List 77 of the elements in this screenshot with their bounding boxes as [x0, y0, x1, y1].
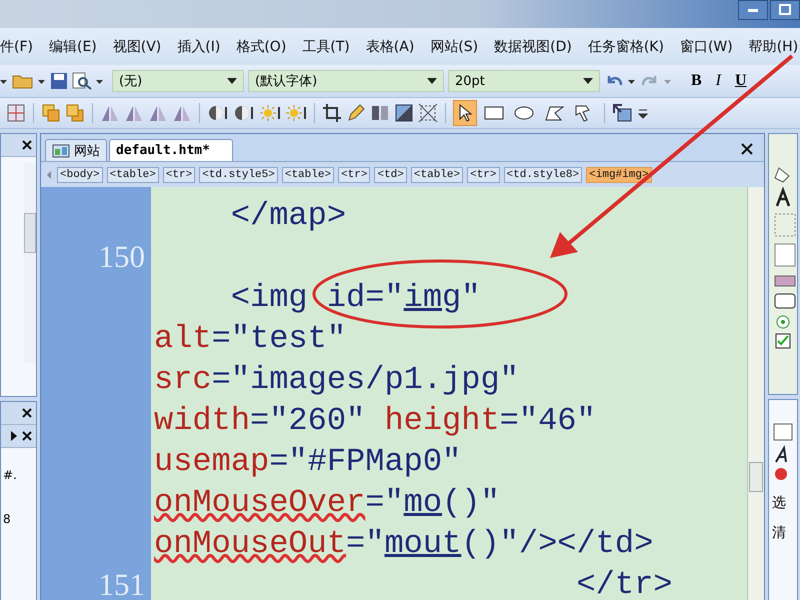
scrollbar[interactable]	[24, 163, 36, 363]
tag-breadcrumb[interactable]: <tr>	[162, 166, 196, 182]
columns-icon[interactable]	[370, 103, 390, 123]
code-line: onMouseOver="mo()"	[153, 484, 500, 521]
pencil-icon[interactable]	[346, 103, 366, 123]
menu-item[interactable]: 件(F)	[0, 38, 33, 56]
menu-item[interactable]: 任务窗格(K)	[588, 38, 664, 56]
tag-breadcrumb[interactable]: <tr>	[467, 166, 500, 182]
menu-item[interactable]: 数据视图(D)	[494, 38, 572, 56]
italic-button[interactable]: I	[710, 72, 726, 90]
tag-breadcrumb[interactable]: <table>	[282, 166, 334, 182]
caret-icon	[583, 77, 593, 85]
resample-icon[interactable]	[418, 103, 438, 123]
font-size-dropdown[interactable]: 20pt	[448, 70, 600, 92]
menu-item[interactable]: 窗口(W)	[680, 38, 733, 56]
magnifier-icon[interactable]	[72, 72, 92, 90]
panel-text: #.	[3, 468, 18, 482]
code-line: width="260" height="46"	[153, 402, 596, 439]
sun-icon[interactable]	[285, 103, 307, 123]
menu-item[interactable]: 插入(I)	[177, 38, 220, 56]
tag-breadcrumb[interactable]: <td.style5>	[199, 166, 278, 182]
close-icon[interactable]	[740, 142, 754, 156]
code-line: usemap="#FPMap0"	[153, 443, 462, 480]
tag-breadcrumb[interactable]: <body>	[57, 166, 103, 182]
play-icon[interactable]	[10, 430, 18, 442]
code-line: onMouseOut="mout()"/></td>	[153, 525, 654, 562]
layers-icon[interactable]	[65, 103, 85, 123]
code-line: </map>	[230, 197, 346, 234]
panel-text: 清	[772, 524, 787, 542]
font-dropdown[interactable]: (默认字体)	[248, 70, 444, 92]
grid-icon[interactable]	[6, 103, 26, 123]
minimize-button[interactable]	[738, 0, 768, 20]
scrollbar[interactable]	[747, 187, 764, 600]
menu-item[interactable]: 帮助(H)	[748, 38, 798, 56]
panel-text: 8	[3, 512, 12, 526]
picture-icon[interactable]	[394, 103, 414, 123]
close-icon[interactable]	[21, 407, 33, 419]
menu-item[interactable]: 编辑(E)	[48, 38, 97, 56]
menu-item[interactable]: 网站(S)	[430, 38, 478, 56]
code-line: <img id="img"	[230, 279, 480, 316]
code-line: src="images/p1.jpg"	[153, 361, 519, 398]
caret-icon	[227, 77, 237, 85]
site-icon	[52, 144, 70, 158]
caret-icon	[427, 77, 437, 85]
crop-icon[interactable]	[322, 103, 342, 123]
menu-item[interactable]: 格式(O)	[236, 38, 286, 56]
close-icon[interactable]	[21, 430, 33, 442]
contrast-icon[interactable]	[207, 103, 229, 123]
tag-breadcrumb[interactable]: <table>	[410, 166, 464, 182]
document-tab[interactable]: default.htm*	[109, 139, 233, 161]
maximize-icon	[778, 4, 792, 16]
tag-breadcrumb[interactable]: <td.style8>	[504, 166, 582, 182]
line-number: 151	[98, 566, 145, 600]
document-tab[interactable]: 网站	[45, 139, 107, 161]
close-icon[interactable]	[21, 139, 33, 151]
contrast-icon[interactable]	[233, 103, 255, 123]
layers-icon[interactable]	[41, 103, 61, 123]
code-line: </tr>	[575, 566, 672, 600]
tag-breadcrumb[interactable]: <table>	[106, 166, 159, 182]
tag-breadcrumb[interactable]: <tr>	[338, 166, 370, 182]
minimize-icon	[748, 8, 758, 12]
tag-breadcrumb[interactable]: <img#img>	[586, 166, 652, 182]
bring-forward-icon[interactable]	[612, 103, 634, 123]
panel-text: 选	[772, 494, 787, 512]
line-number: 150	[98, 238, 145, 274]
sun-icon[interactable]	[259, 103, 281, 123]
menu-item[interactable]: 视图(V)	[112, 38, 162, 56]
drawing-tool-button[interactable]	[453, 100, 477, 126]
style-dropdown[interactable]: (无)	[112, 70, 244, 92]
maximize-button[interactable]	[770, 0, 800, 20]
underline-button[interactable]: U	[730, 72, 752, 90]
bold-button[interactable]: B	[686, 72, 707, 90]
menu-item[interactable]: 工具(T)	[302, 38, 350, 56]
code-line: alt="test"	[153, 320, 346, 357]
menu-item[interactable]: 表格(A)	[366, 38, 414, 56]
save-icon[interactable]	[50, 72, 68, 90]
tag-breadcrumb[interactable]: <td>	[374, 166, 407, 182]
